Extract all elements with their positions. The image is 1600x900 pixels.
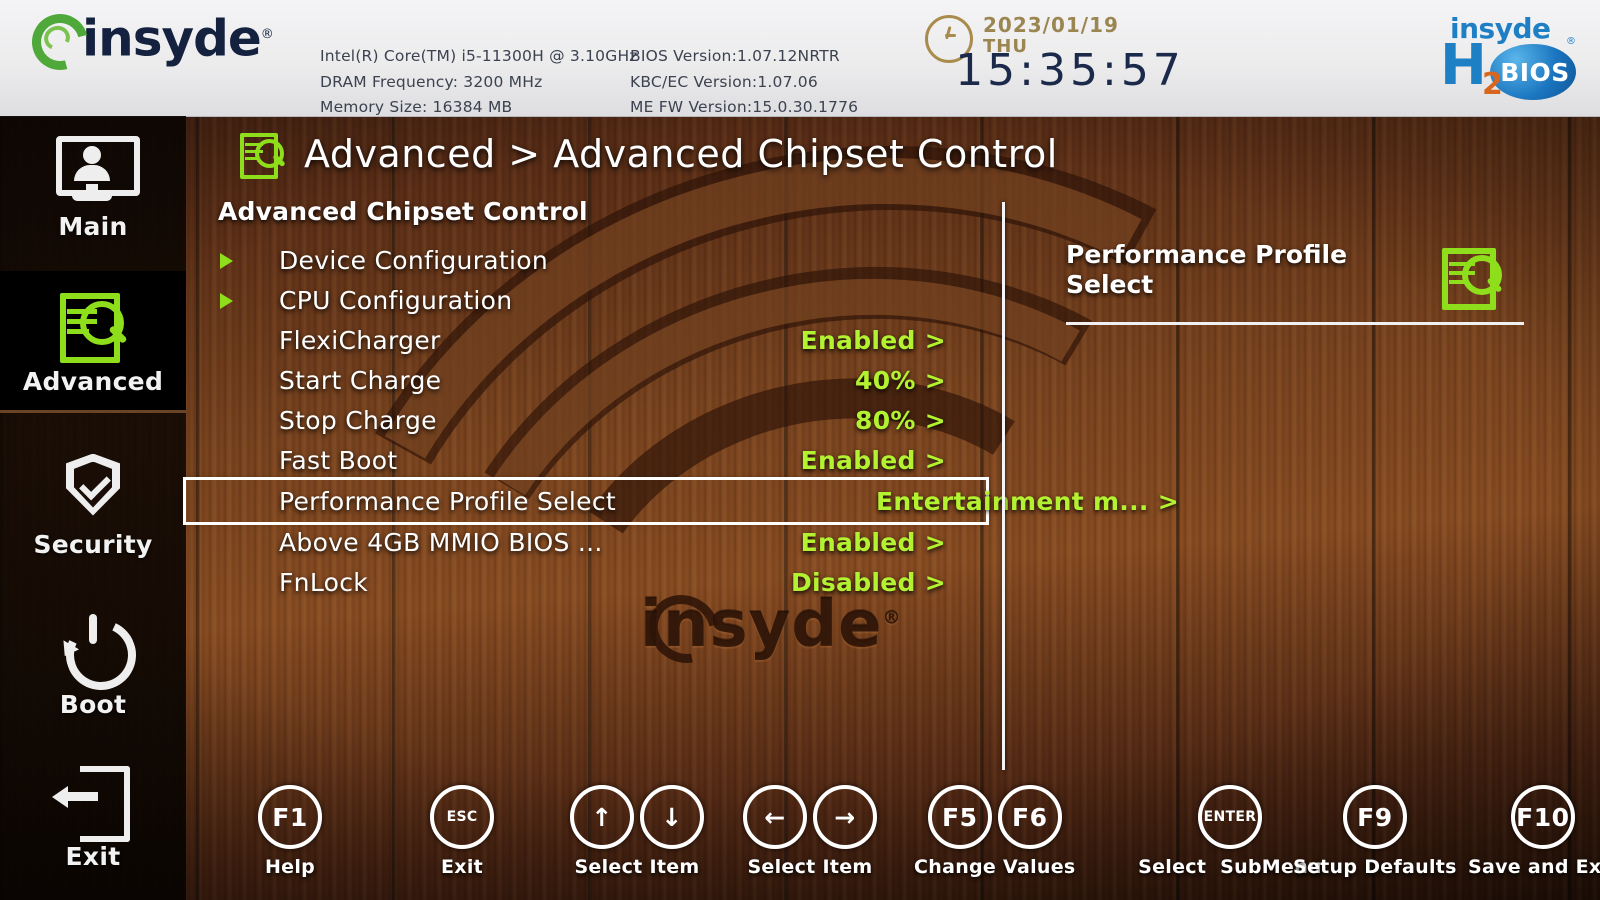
- f9-key-icon: F9: [1342, 785, 1407, 849]
- menu-label: CPU Configuration: [279, 285, 513, 315]
- page-title: Advanced > Advanced Chipset Control: [304, 132, 1058, 176]
- menu-label: Above 4GB MMIO BIOS ...: [279, 527, 603, 557]
- insyde-swirl-icon: [21, 3, 99, 81]
- panel-divider: [1002, 202, 1005, 770]
- cpu-model: Intel(R) Core(TM) i5-11300H @ 3.10GHz: [320, 47, 638, 65]
- shield-check-icon: [50, 452, 136, 522]
- menu-value: Enabled >: [800, 527, 946, 557]
- f10-key-icon: F10: [1510, 785, 1575, 849]
- footer-caption-change-values: Change Values: [914, 856, 1076, 878]
- menu-value: Disabled >: [790, 567, 946, 597]
- menu-row-stop-charge[interactable]: Stop Charge 80% >: [186, 400, 986, 440]
- menu-label: FnLock: [279, 567, 369, 597]
- menu-value: Enabled >: [800, 325, 946, 355]
- sidebar-item-security[interactable]: Security: [0, 434, 186, 576]
- section-heading: Advanced Chipset Control: [218, 197, 588, 226]
- menu-value: 40% >: [855, 365, 946, 395]
- h2o-reg-mark: ®: [1566, 36, 1576, 47]
- footer-key-f10[interactable]: F10 Save and Exit: [1468, 785, 1600, 878]
- me-fw-version: ME FW Version:15.0.30.1776: [630, 98, 859, 116]
- menu-row-above-4gb-mmio-bios[interactable]: Above 4GB MMIO BIOS ... Enabled >: [186, 522, 986, 562]
- footer-key-esc[interactable]: ESC Exit: [430, 785, 494, 878]
- submenu-arrow-icon: [220, 293, 233, 309]
- menu-row-performance-profile-select[interactable]: Performance Profile Select Entertainment…: [183, 477, 1179, 525]
- sidebar-label-boot: Boot: [59, 689, 127, 719]
- arrow-left-icon[interactable]: ←: [743, 785, 807, 849]
- footer-key-leftright[interactable]: ← → Select Item: [743, 785, 877, 878]
- sidebar-item-main[interactable]: Main: [0, 116, 186, 258]
- menu-value: Entertainment m... >: [876, 486, 1179, 516]
- footer-caption-setup-defaults: Setup Defaults: [1293, 856, 1457, 878]
- document-search-icon: [238, 131, 290, 179]
- watermark-reg: ®: [882, 607, 902, 629]
- document-search-icon: [50, 289, 136, 363]
- submenu-arrow-icon: [220, 253, 233, 269]
- footer-caption-exit: Exit: [440, 856, 484, 878]
- memory-size: Memory Size: 16384 MB: [320, 98, 513, 116]
- current-date: 2023/01/19: [983, 13, 1119, 37]
- enter-key-icon: ENTER: [1198, 785, 1262, 849]
- help-title: Performance Profile Select: [1066, 240, 1348, 299]
- monitor-user-icon: [50, 134, 140, 204]
- f6-key-icon[interactable]: F6: [997, 785, 1062, 849]
- top-header-bar: insyde® Intel(R) Core(TM) i5-11300H @ 3.…: [0, 0, 1600, 117]
- menu-row-fast-boot[interactable]: Fast Boot Enabled >: [186, 440, 986, 480]
- footer-caption-select-item-horizontal: Select Item: [747, 856, 873, 878]
- current-time: 15:35:57: [955, 45, 1185, 96]
- menu-label: Fast Boot: [279, 445, 398, 475]
- menu-label: Stop Charge: [279, 405, 437, 435]
- menu-value: Enabled >: [800, 445, 946, 475]
- help-panel: Performance Profile Select: [1066, 240, 1536, 310]
- sidebar-label-main: Main: [58, 211, 128, 241]
- document-search-icon: [1438, 246, 1510, 310]
- sidebar-item-boot[interactable]: Boot: [0, 594, 186, 736]
- settings-menu: Device Configuration CPU Configuration F…: [183, 240, 1179, 602]
- system-info-right-column: BIOS Version:1.07.12NRTR KBC/EC Version:…: [630, 44, 950, 121]
- menu-label: Performance Profile Select: [279, 486, 616, 516]
- sidebar-label-advanced: Advanced: [22, 366, 164, 396]
- menu-row-start-charge[interactable]: Start Charge 40% >: [186, 360, 986, 400]
- footer-key-updown[interactable]: ↑ ↓ Select Item: [570, 785, 704, 878]
- footer-key-f9[interactable]: F9 Setup Defaults: [1293, 785, 1457, 878]
- insyde-logo-text: insyde®: [82, 9, 274, 68]
- menu-row-fnlock[interactable]: FnLock Disabled >: [186, 562, 986, 602]
- f5-key-icon[interactable]: F5: [927, 785, 992, 849]
- function-key-bar: F1 Help ESC Exit ↑ ↓ Select Item ← → Sel…: [0, 775, 1600, 900]
- menu-value: 80% >: [855, 405, 946, 435]
- bios-version: BIOS Version:1.07.12NRTR: [630, 47, 840, 65]
- arrow-up-icon[interactable]: ↑: [570, 785, 634, 849]
- h2o-bios-text: BIOS: [1500, 58, 1570, 87]
- footer-caption-select-item-vertical: Select Item: [574, 856, 700, 878]
- insyde-logo: insyde®: [21, 3, 274, 81]
- footer-key-f1[interactable]: F1 Help: [258, 785, 322, 878]
- sidebar-label-security: Security: [33, 529, 153, 559]
- menu-label: Start Charge: [279, 365, 442, 395]
- esc-key-icon: ESC: [430, 785, 494, 849]
- arrow-right-icon[interactable]: →: [813, 785, 877, 849]
- menu-row-flexicharger[interactable]: FlexiCharger Enabled >: [186, 320, 986, 360]
- sidebar-item-advanced[interactable]: Advanced: [0, 271, 186, 413]
- h2o-bios-logo: insyde H BIOS 2 ®: [1428, 8, 1578, 108]
- f1-key-icon: F1: [258, 785, 322, 849]
- h2o-h-letter: H: [1440, 33, 1487, 98]
- power-refresh-icon: [50, 609, 146, 700]
- menu-row-cpu-configuration[interactable]: CPU Configuration: [186, 280, 986, 320]
- dram-frequency: DRAM Frequency: 3200 MHz: [320, 72, 543, 91]
- footer-caption-save-and-exit: Save and Exit: [1468, 856, 1600, 878]
- h2o-subscript: 2: [1482, 67, 1503, 102]
- help-divider: [1066, 322, 1524, 325]
- arrow-down-icon[interactable]: ↓: [640, 785, 704, 849]
- footer-key-f5-f6[interactable]: F5 F6 Change Values: [914, 785, 1076, 878]
- footer-caption-help: Help: [264, 856, 316, 878]
- kbc-ec-version: KBC/EC Version:1.07.06: [630, 72, 818, 91]
- breadcrumb: Advanced > Advanced Chipset Control: [238, 131, 1058, 179]
- menu-label: FlexiCharger: [279, 325, 441, 355]
- bios-setup-screen: insyde® insyde® Intel(R) Core(TM) i5-113…: [0, 0, 1600, 900]
- menu-row-device-configuration[interactable]: Device Configuration: [186, 240, 986, 280]
- system-info-left-column: Intel(R) Core(TM) i5-11300H @ 3.10GHz DR…: [320, 44, 638, 121]
- menu-label: Device Configuration: [279, 245, 548, 275]
